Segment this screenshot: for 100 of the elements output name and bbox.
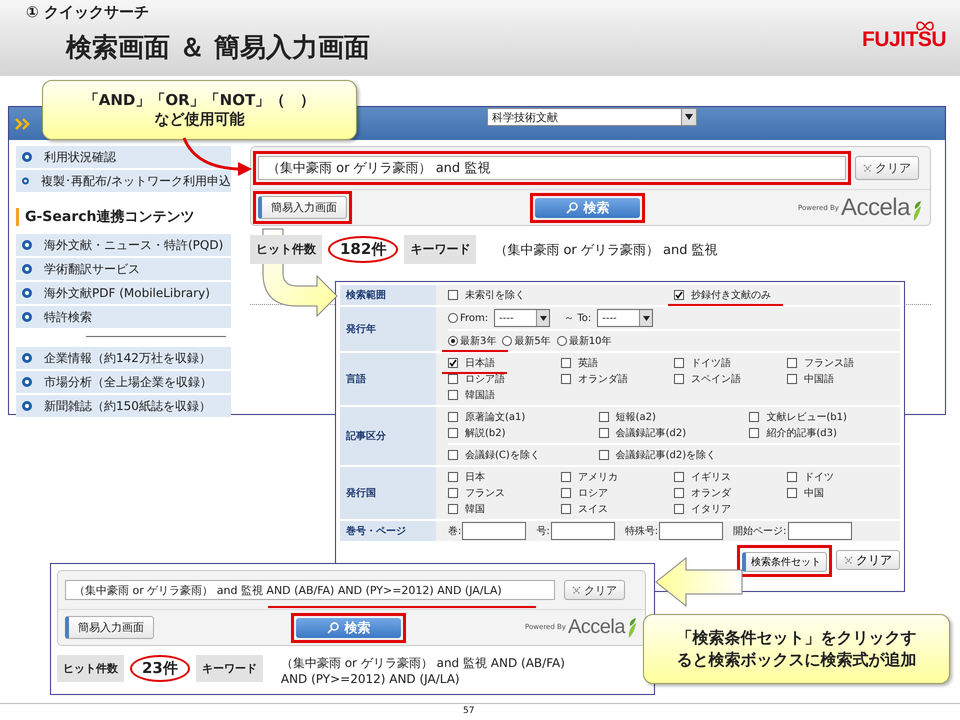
option-label: ロシア bbox=[578, 487, 608, 500]
clear-button[interactable]: クリア bbox=[855, 156, 919, 180]
row-label: 巻号・ページ bbox=[340, 521, 436, 541]
text-field[interactable] bbox=[462, 522, 526, 540]
checkbox[interactable] bbox=[448, 428, 458, 438]
checkbox[interactable] bbox=[674, 472, 684, 482]
radio-button[interactable] bbox=[448, 336, 458, 346]
bullet-icon bbox=[22, 312, 32, 322]
sidebar-link[interactable]: 学術翻訳サービス bbox=[16, 258, 231, 280]
option-label: イギリス bbox=[691, 471, 731, 484]
clear-button[interactable]: クリア bbox=[564, 580, 625, 600]
bullet-icon bbox=[22, 288, 32, 298]
text-field[interactable] bbox=[659, 522, 724, 540]
keyword-label: キーワード bbox=[404, 235, 476, 264]
caret-icon bbox=[685, 114, 693, 120]
sidebar-link[interactable]: 企業情報（約142万社を収録） bbox=[16, 347, 231, 369]
search-icon bbox=[326, 622, 338, 634]
checkbox[interactable] bbox=[674, 374, 684, 384]
sidebar-link[interactable]: 複製･再配布/ネットワーク利用申込 bbox=[16, 170, 231, 192]
search-icon bbox=[566, 202, 578, 214]
simple-input-button[interactable]: 簡易入力画面 bbox=[258, 196, 347, 219]
checkbox[interactable] bbox=[674, 504, 684, 514]
checkbox[interactable] bbox=[787, 488, 797, 498]
option-label: オランダ語 bbox=[578, 372, 628, 386]
option-label: 最新5年 bbox=[514, 334, 551, 348]
checkbox[interactable] bbox=[598, 450, 609, 460]
checkbox[interactable] bbox=[561, 504, 571, 514]
text-field[interactable] bbox=[550, 522, 615, 540]
row-label: 言語 bbox=[340, 353, 436, 405]
brand-logo: Accela bbox=[568, 616, 625, 639]
checkbox[interactable] bbox=[598, 428, 609, 438]
field-label: 開始ページ: bbox=[733, 525, 786, 538]
checkbox[interactable] bbox=[448, 488, 458, 498]
option-label: 最新10年 bbox=[568, 334, 612, 348]
simple-input-button[interactable]: 簡易入力画面 bbox=[65, 616, 154, 639]
bullet-icon bbox=[22, 353, 32, 363]
checkbox[interactable] bbox=[448, 504, 458, 514]
option-label: 原著論文(a1) bbox=[465, 410, 526, 424]
sidebar-link[interactable]: 特許検索 bbox=[16, 306, 231, 328]
checkbox[interactable] bbox=[561, 488, 571, 498]
checkbox[interactable] bbox=[448, 412, 458, 422]
checkbox[interactable] bbox=[787, 374, 797, 384]
option-label: 会議録記事(d2)を除く bbox=[616, 448, 716, 462]
leaf-icon bbox=[912, 200, 922, 222]
database-dropdown[interactable]: 科学技術文献 bbox=[487, 108, 697, 126]
checkbox[interactable] bbox=[749, 412, 760, 422]
checkbox[interactable] bbox=[448, 374, 458, 384]
search-field[interactable]: （集中豪雨 or ゲリラ豪雨） and 監視 AND (AB/FA) AND (PY>=2012) AND (JA/LA) bbox=[65, 580, 555, 600]
field-label: 特殊号: bbox=[624, 524, 658, 538]
callout-text: ると検索ボックスに検索式が追加 bbox=[676, 649, 916, 671]
clear-button[interactable]: クリア bbox=[836, 550, 900, 570]
option-label: 抄録付き文献のみ bbox=[691, 288, 771, 302]
option-label: 短報(a2) bbox=[616, 410, 656, 424]
checkbox[interactable] bbox=[674, 290, 684, 300]
sidebar-link[interactable]: 海外文献PDF (MobileLibrary) bbox=[16, 282, 231, 304]
close-icon bbox=[572, 586, 581, 594]
checkbox[interactable] bbox=[448, 358, 458, 368]
search-field[interactable]: （集中豪雨 or ゲリラ豪雨） and 監視 bbox=[258, 156, 846, 180]
bullet-icon bbox=[22, 176, 29, 186]
checkbox[interactable] bbox=[787, 472, 797, 482]
sidebar-link[interactable]: 新聞雑誌（約150紙誌を収録） bbox=[16, 395, 231, 417]
checkbox[interactable] bbox=[674, 358, 684, 368]
checkbox[interactable] bbox=[561, 472, 571, 482]
keyword-text: （集中豪雨 or ゲリラ豪雨） and 監視 bbox=[494, 242, 718, 258]
checkbox[interactable] bbox=[561, 374, 571, 384]
close-icon bbox=[844, 556, 853, 564]
option-label: オランダ bbox=[691, 487, 731, 500]
sidebar-link[interactable]: 市場分析（全上場企業を収録） bbox=[16, 371, 231, 393]
radio-button[interactable] bbox=[502, 336, 512, 346]
callout-text: など使用可能 bbox=[154, 110, 244, 130]
checkbox[interactable] bbox=[448, 450, 458, 460]
sidebar-link[interactable]: 利用状況確認 bbox=[16, 146, 231, 168]
row-label: 記事区分 bbox=[340, 407, 436, 465]
hit-count: 23件 bbox=[130, 655, 190, 682]
hit-count: 182件 bbox=[328, 236, 398, 263]
option-label: ～ To: bbox=[564, 312, 592, 325]
option-label: 日本 bbox=[465, 470, 485, 484]
checkbox[interactable] bbox=[561, 358, 571, 368]
double-chevron-icon bbox=[15, 118, 31, 130]
checkbox[interactable] bbox=[448, 290, 458, 300]
option-label: ドイツ語 bbox=[691, 356, 731, 370]
text-field[interactable] bbox=[788, 522, 852, 540]
row-label: 発行年 bbox=[340, 307, 436, 351]
radio-button[interactable] bbox=[448, 313, 458, 323]
set-conditions-button[interactable]: 検索条件セット bbox=[742, 552, 827, 572]
radio-button[interactable] bbox=[556, 336, 567, 346]
keyword-label: キーワード bbox=[196, 655, 263, 682]
option-label: From: bbox=[460, 312, 488, 324]
checkbox[interactable] bbox=[674, 488, 684, 498]
bullet-icon bbox=[22, 152, 32, 162]
checkbox[interactable] bbox=[448, 472, 458, 482]
checkbox[interactable] bbox=[598, 412, 609, 422]
sidebar-link[interactable]: 海外文献・ニュース・特許(PQD) bbox=[16, 234, 231, 256]
checkbox[interactable] bbox=[448, 390, 458, 400]
close-icon bbox=[863, 164, 872, 172]
checkbox[interactable] bbox=[787, 358, 797, 368]
keyword-text: （集中豪雨 or ゲリラ豪雨） and 監視 AND (AB/FA) AND (PY>=2012) AND (JA/LA) bbox=[280, 655, 566, 686]
checkbox[interactable] bbox=[749, 428, 760, 438]
dropdown[interactable]: ---- bbox=[494, 309, 550, 327]
dropdown[interactable]: ---- bbox=[597, 309, 654, 327]
